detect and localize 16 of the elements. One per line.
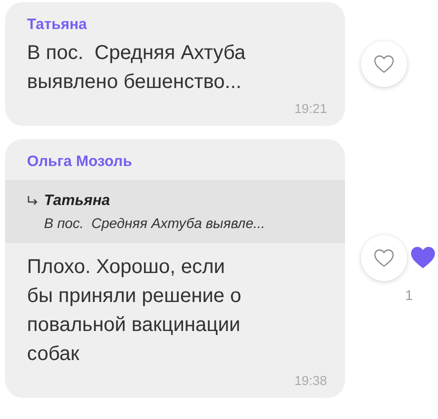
heart-outline-icon — [373, 248, 395, 268]
reply-arrow-icon — [27, 194, 38, 206]
quoted-text: В пос. Средняя Ахтуба выявле... — [43, 215, 266, 231]
heart-icon — [409, 245, 437, 270]
sender-name: Татьяна — [26, 16, 88, 33]
like-count: 1 — [404, 286, 413, 302]
message-time: 19:21 — [293, 100, 328, 116]
heart-outline-icon — [373, 54, 395, 74]
like-button[interactable] — [361, 234, 407, 280]
message-text: Плохо. Хорошо, если бы приняли решение о повальной вакцинации собак — [26, 255, 242, 367]
message-time: 19:38 — [293, 372, 328, 388]
message-text: В пос. Средняя Ахтуба выявлено бешенство... — [26, 41, 247, 95]
sender-name: Ольга Мозоль — [26, 153, 134, 170]
quoted-sender: Татьяна — [44, 192, 110, 209]
like-button[interactable] — [361, 41, 407, 87]
quoted-message[interactable]: Татьяна В пос. Средняя Ахтуба выявле... — [5, 180, 345, 243]
